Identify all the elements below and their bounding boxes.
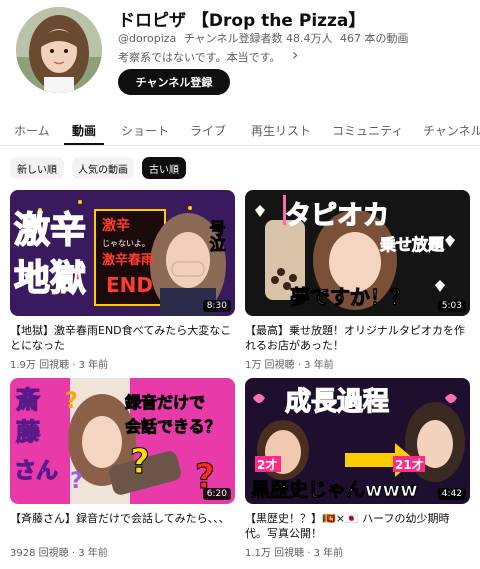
thumb-text-main2: 地獄 [14,258,86,299]
tab-channels[interactable]: チャンネル [423,122,480,139]
thumb-text-main1: 激辛 [14,210,86,251]
active-tab-indicator [64,143,104,145]
upload-age: 3 年前 [78,548,108,559]
video-title[interactable]: 【斉藤さん】録音だけで会話してみたら、、、 [10,511,235,526]
video-meta: 1万 回視聴 · 3 年前 [245,360,334,371]
channel-header: ドロピザ 【Drop the Pizza】 @doropiza チャンネル登録者… [0,0,480,110]
thumb-text-main: タピオカ [285,201,389,231]
channel-handle: @doropiza [118,32,177,45]
thumb-text-main: 成長過程 [285,387,389,417]
chip-newest[interactable]: 新しい順 [10,157,64,179]
thumb-text-age2: 21才 [395,457,424,472]
video-meta: 3928 回視聴 · 3 年前 [10,548,108,559]
thumb-text-sub: 乗せ放題 [380,235,445,254]
video-title[interactable]: 【黒歴史！？】🇱🇰×🇯🇵 ハーフの幼少期時代。写真公開！ [245,511,470,541]
chip-oldest[interactable]: 古い順 [142,157,186,179]
thumb-text-right1: 録音だけで [125,393,205,412]
video-title[interactable]: 【最高】乗せ放題！オリジナルタピオカを作れるお店があった！ [245,323,470,353]
thumbnail-art: 激辛 地獄 激辛 じゃないよ。 激辛春雨 END 号泣 [10,190,235,316]
video-duration: 5:03 [437,300,466,312]
thumb-text-bottom: 黒歴史じゃんwww [251,479,418,501]
svg-text:?: ? [70,469,83,494]
thumb-text-box-end: END [106,273,153,297]
view-count: 1.1万 回視聴 [245,548,305,559]
video-title[interactable]: 【地獄】激辛春雨END食べてみたら大変なことになった [10,323,235,353]
tab-shorts[interactable]: ショート [121,122,169,139]
tab-videos[interactable]: 動画 [72,122,96,139]
channel-avatar[interactable] [16,7,102,93]
video-duration: 6:20 [202,488,231,500]
video-duration: 8:30 [202,300,231,312]
chevron-right-icon[interactable]: › [292,45,298,64]
channel-tabs: ホーム 動画 ショート ライブ 再生リスト コミュニティ チャンネル [0,114,480,146]
svg-text:?: ? [130,442,150,482]
subscriber-count: チャンネル登録者数 48.4万人 [183,32,333,45]
video-meta: 1.9万 回視聴 · 3 年前 [10,360,109,371]
thumbnail-art: タピオカ 乗せ放題 夢ですか！？ [245,190,470,316]
video-thumbnail[interactable]: 激辛 地獄 激辛 じゃないよ。 激辛春雨 END 号泣 8:30 [10,190,235,316]
thumb-text-side: 号泣 [207,220,226,253]
tab-playlists[interactable]: 再生リスト [251,122,311,139]
tab-live[interactable]: ライブ [190,122,226,139]
channel-meta: @doropiza チャンネル登録者数 48.4万人 467 本の動画 [118,30,412,46]
sort-chips: 新しい順 人気の動画 古い順 [0,157,480,181]
video-thumbnail[interactable]: 成長過程 2才 21才 黒歴史じゃんwww 4:42 [245,378,470,504]
upload-age: 3 年前 [304,360,334,371]
video-duration: 4:42 [437,488,466,500]
thumb-text-box-top: 激辛 [102,217,130,234]
view-count: 3928 回視聴 [10,548,69,559]
channel-name: ドロピザ 【Drop the Pizza】 [118,11,366,31]
thumb-text-left3: さん [14,459,58,484]
view-count: 1万 回視聴 [245,360,295,371]
thumb-text-left1: 斎 [16,386,40,414]
thumb-text-box-mid: じゃないよ。 [102,239,150,248]
chip-popular[interactable]: 人気の動画 [72,157,134,179]
video-count: 467 本の動画 [339,32,409,45]
subscribe-button[interactable]: チャンネル登録 [118,69,230,95]
upload-age: 3 年前 [313,548,344,559]
thumb-text-left2: 藤 [16,418,41,446]
thumb-text-age1: 2才 [257,457,277,472]
thumbnail-art: 成長過程 2才 21才 黒歴史じゃんwww [245,378,470,504]
channel-description[interactable]: 考察系ではないです。本当です。 [118,49,280,65]
thumb-text-right2: 会話できる？ [125,417,221,436]
thumbnail-art: 斎 藤 さん 録音だけで 会話できる？ ? ? ? ? [10,378,235,504]
svg-text:?: ? [65,389,78,414]
video-thumbnail[interactable]: タピオカ 乗せ放題 夢ですか！？ 5:03 [245,190,470,316]
tab-home[interactable]: ホーム [14,122,50,139]
tab-community[interactable]: コミュニティ [332,122,403,139]
video-meta: 1.1万 回視聴 · 3 年前 [245,548,344,559]
view-count: 1.9万 回視聴 [10,360,70,371]
upload-age: 3 年前 [78,360,109,371]
thumb-text-box-line: 激辛春雨 [102,252,154,268]
video-thumbnail[interactable]: 斎 藤 さん 録音だけで 会話できる？ ? ? ? ? 6:20 [10,378,235,504]
thumb-text-bottom: 夢ですか！？ [290,285,410,309]
